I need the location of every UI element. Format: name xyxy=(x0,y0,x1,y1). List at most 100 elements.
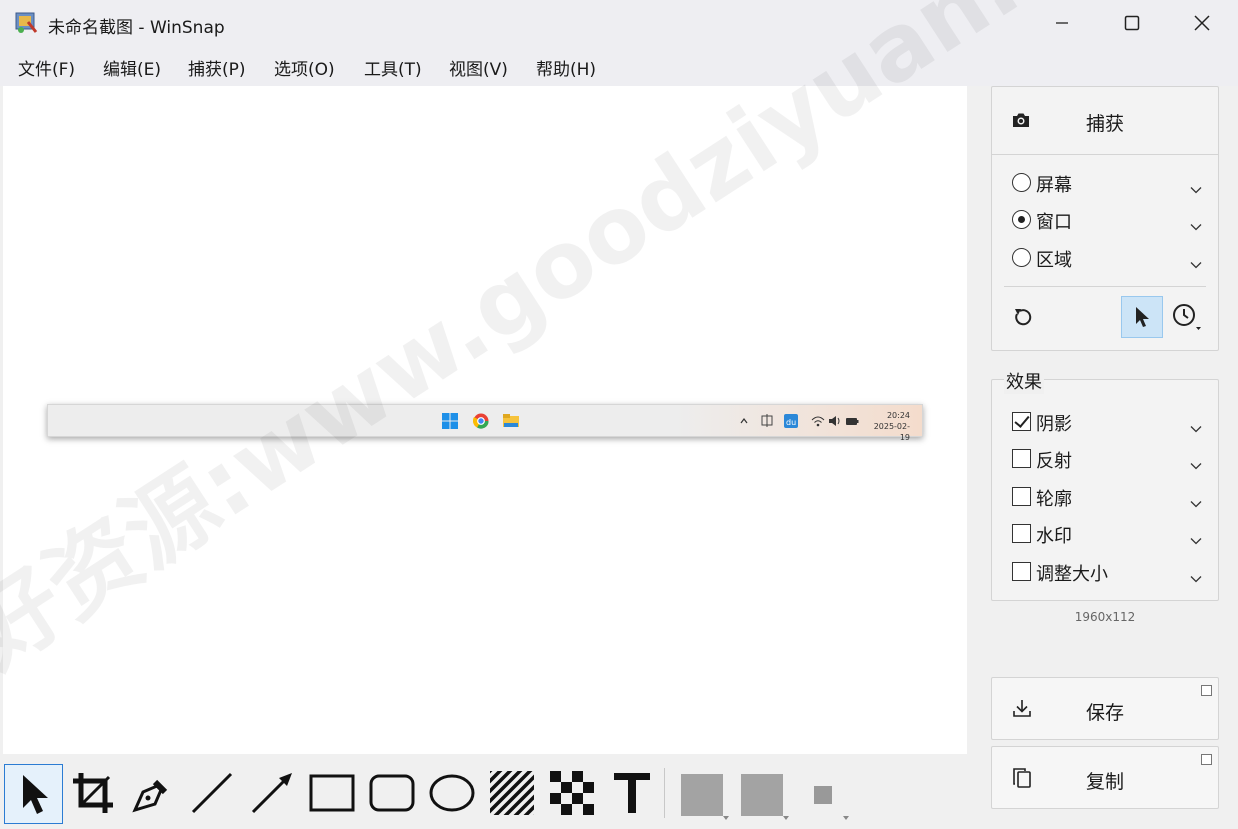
capture-label: 捕获 xyxy=(1086,113,1125,135)
maximize-button[interactable] xyxy=(1097,0,1167,46)
line-tool-button[interactable] xyxy=(183,764,241,822)
option-label: 窗口 xyxy=(1036,212,1072,233)
ime-icon xyxy=(760,413,776,429)
effect-label: 调整大小 xyxy=(1036,564,1108,585)
checkbox-outline[interactable] xyxy=(1012,487,1031,506)
menu-tools[interactable]: 工具(T) xyxy=(364,55,422,80)
close-button[interactable] xyxy=(1167,0,1237,46)
ellipse-icon xyxy=(429,774,475,812)
window-title: 未命名截图 - WinSnap xyxy=(48,18,225,38)
copy-button[interactable]: 复制 xyxy=(991,746,1219,809)
chevron-down-icon[interactable] xyxy=(1190,216,1202,235)
checkerboard-icon xyxy=(550,771,594,815)
pen-icon xyxy=(132,779,168,813)
title-bar: 未命名截图 - WinSnap xyxy=(0,0,1238,46)
capture-button[interactable]: 捕获 xyxy=(992,87,1218,155)
save-button[interactable]: 保存 xyxy=(991,677,1219,740)
checkbox-resize[interactable] xyxy=(1012,562,1031,581)
minimize-button[interactable] xyxy=(1027,0,1097,46)
rectangle-tool-button[interactable] xyxy=(303,764,361,822)
dropdown-arrow-icon[interactable] xyxy=(843,816,849,820)
divider xyxy=(1004,286,1206,287)
menu-file[interactable]: 文件(F) xyxy=(18,55,75,80)
image-dimensions: 1960x112 xyxy=(1074,610,1136,624)
dropdown-arrow-icon[interactable] xyxy=(783,816,789,820)
menu-edit[interactable]: 编辑(E) xyxy=(103,55,161,80)
wifi-icon xyxy=(811,413,827,429)
chevron-down-icon[interactable] xyxy=(1190,530,1202,549)
radio-window[interactable] xyxy=(1012,210,1031,229)
copy-icon xyxy=(1012,767,1032,793)
windows-start-icon xyxy=(442,413,458,429)
checkbox-reflection[interactable] xyxy=(1012,449,1031,468)
menu-capture[interactable]: 捕获(P) xyxy=(188,55,246,80)
line-icon xyxy=(191,772,233,814)
effect-watermark[interactable]: 水印 xyxy=(1012,522,1202,548)
checkbox-shadow[interactable] xyxy=(1012,412,1031,431)
taskbar-date: 2025-02-19 xyxy=(873,422,910,442)
camera-icon xyxy=(1011,111,1031,133)
effect-reflection[interactable]: 反射 xyxy=(1012,447,1202,473)
auto-copy-checkbox[interactable] xyxy=(1201,754,1212,765)
rounded-rectangle-icon xyxy=(369,774,415,812)
pen-tool-button[interactable] xyxy=(123,764,181,822)
chevron-down-icon[interactable] xyxy=(1190,568,1202,587)
tray-chevron-icon xyxy=(739,413,749,429)
clock-icon xyxy=(1173,304,1201,330)
arrow-tool-button[interactable] xyxy=(243,764,301,822)
effect-label: 反射 xyxy=(1036,451,1072,472)
chevron-down-icon[interactable] xyxy=(1190,455,1202,474)
download-icon xyxy=(1012,698,1032,722)
chevron-down-icon[interactable] xyxy=(1190,179,1202,198)
repeat-capture-button[interactable] xyxy=(1002,296,1044,338)
drawing-toolbar xyxy=(0,754,968,829)
effect-shadow[interactable]: 阴影 xyxy=(1012,410,1202,436)
include-cursor-button[interactable] xyxy=(1121,296,1163,338)
copy-label: 复制 xyxy=(1086,771,1125,793)
arrow-icon xyxy=(251,773,292,814)
timer-button[interactable] xyxy=(1166,296,1208,338)
rectangle-icon xyxy=(309,774,355,812)
text-icon xyxy=(614,773,650,813)
save-label: 保存 xyxy=(1086,702,1125,724)
effect-resize[interactable]: 调整大小 xyxy=(1012,560,1202,586)
svg-text:du: du xyxy=(786,418,796,427)
chevron-down-icon[interactable] xyxy=(1190,493,1202,512)
capture-option-region[interactable]: 区域 xyxy=(1012,246,1202,272)
menu-help[interactable]: 帮助(H) xyxy=(536,55,596,80)
capture-option-screen[interactable]: 屏幕 xyxy=(1012,171,1202,197)
chevron-down-icon[interactable] xyxy=(1190,254,1202,273)
auto-save-checkbox[interactable] xyxy=(1201,685,1212,696)
menu-view[interactable]: 视图(V) xyxy=(449,55,508,80)
cursor-icon xyxy=(1136,307,1149,327)
capture-option-window[interactable]: 窗口 xyxy=(1012,208,1202,234)
checkbox-watermark[interactable] xyxy=(1012,524,1031,543)
winsnap-app-icon xyxy=(14,10,38,34)
line-color-swatch[interactable] xyxy=(681,774,723,816)
radio-screen[interactable] xyxy=(1012,173,1031,192)
highlight-tool-button[interactable] xyxy=(483,764,541,822)
battery-icon xyxy=(845,413,861,429)
rounded-rectangle-tool-button[interactable] xyxy=(363,764,421,822)
captured-taskbar-image: du 20:24 2025-02-19 xyxy=(47,404,923,442)
capture-panel: 捕获 屏幕 窗口 区域 xyxy=(991,86,1219,351)
crop-icon xyxy=(73,773,113,813)
radio-region[interactable] xyxy=(1012,248,1031,267)
chevron-down-icon[interactable] xyxy=(1190,418,1202,437)
text-tool-button[interactable] xyxy=(603,764,661,822)
effect-outline[interactable]: 轮廓 xyxy=(1012,485,1202,511)
crop-tool-button[interactable] xyxy=(64,764,122,822)
chrome-icon xyxy=(472,413,489,429)
menu-bar: 文件(F) 编辑(E) 捕获(P) 选项(O) 工具(T) 视图(V) 帮助(H… xyxy=(0,46,1238,86)
option-label: 区域 xyxy=(1036,250,1072,271)
dropdown-arrow-icon[interactable] xyxy=(723,816,729,820)
effects-panel: 阴影 反射 轮廓 水印 调整大小 xyxy=(991,379,1219,601)
effect-label: 阴影 xyxy=(1036,414,1072,435)
select-tool-button[interactable] xyxy=(4,764,63,824)
fill-color-swatch[interactable] xyxy=(741,774,783,816)
ellipse-tool-button[interactable] xyxy=(423,764,481,822)
effects-title: 效果 xyxy=(1004,368,1044,394)
pixelate-tool-button[interactable] xyxy=(543,764,601,822)
line-width-swatch[interactable] xyxy=(814,786,832,804)
menu-options[interactable]: 选项(O) xyxy=(274,55,335,80)
